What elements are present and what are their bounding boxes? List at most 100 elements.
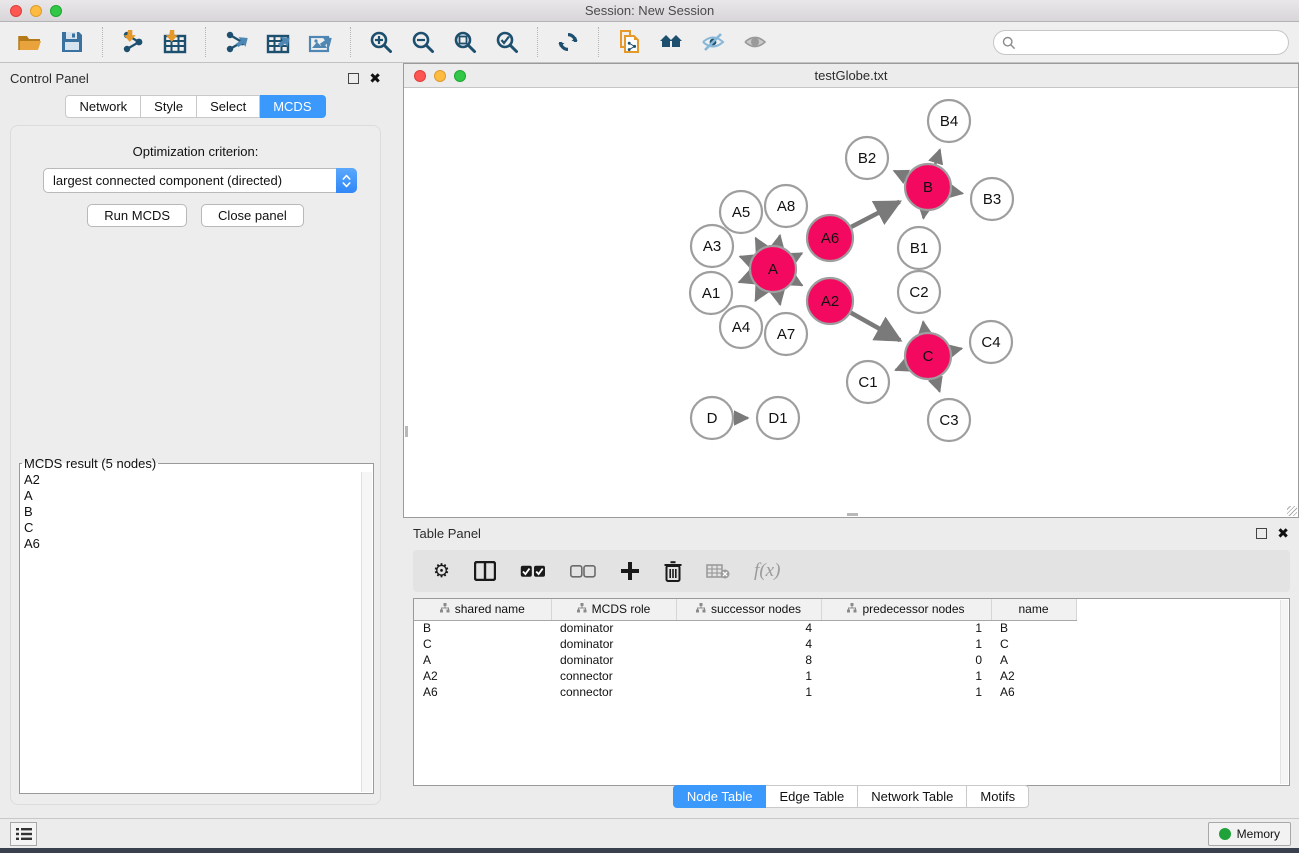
edge-C-C1[interactable]	[896, 366, 906, 371]
tab-network[interactable]: Network	[65, 95, 141, 118]
node-C2[interactable]: C2	[898, 271, 940, 313]
close-panel-icon[interactable]: ✖	[369, 73, 381, 84]
homes-icon[interactable]	[657, 28, 685, 56]
memory-button[interactable]: Memory	[1208, 822, 1291, 846]
zoom-out-icon[interactable]	[409, 28, 437, 56]
node-A6[interactable]: A6	[807, 215, 853, 261]
edge-A-A5[interactable]	[756, 238, 762, 248]
select-all-icon[interactable]	[520, 565, 546, 578]
edge-B-B1[interactable]	[923, 211, 924, 219]
node-A[interactable]: A	[750, 246, 796, 292]
close-panel-button[interactable]: Close panel	[201, 204, 304, 227]
mcds-result-item[interactable]: A	[24, 488, 373, 504]
open-folder-icon[interactable]	[16, 28, 44, 56]
maximize-network-icon[interactable]	[454, 70, 466, 82]
node-D1[interactable]: D1	[757, 397, 799, 439]
export-network-icon[interactable]	[222, 28, 250, 56]
node-C1[interactable]: C1	[847, 361, 889, 403]
table-row[interactable]: Bdominator41B	[414, 620, 1076, 636]
import-table-icon[interactable]	[161, 28, 189, 56]
mcds-result-item[interactable]: B	[24, 504, 373, 520]
column-header-name[interactable]: name	[991, 599, 1076, 620]
search-input[interactable]	[1021, 33, 1288, 53]
tab-select[interactable]: Select	[197, 95, 260, 118]
edge-A-A7[interactable]	[778, 293, 780, 305]
node-D[interactable]: D	[691, 397, 733, 439]
search-box[interactable]	[993, 30, 1289, 55]
mcds-result-item[interactable]: A2	[24, 472, 373, 488]
refresh-icon[interactable]	[554, 28, 582, 56]
show-all-icon[interactable]	[741, 28, 769, 56]
close-table-panel-icon[interactable]: ✖	[1277, 528, 1289, 539]
close-network-icon[interactable]	[414, 70, 426, 82]
node-A1[interactable]: A1	[690, 272, 732, 314]
network-hscroll-thumb[interactable]	[847, 513, 858, 516]
column-header-shared-name[interactable]: shared name	[414, 599, 551, 620]
node-B1[interactable]: B1	[898, 227, 940, 269]
float-table-panel-icon[interactable]	[1256, 528, 1267, 539]
zoom-selected-icon[interactable]	[493, 28, 521, 56]
edge-B-B4[interactable]	[935, 150, 940, 165]
node-table[interactable]: shared nameMCDS rolesuccessor nodesprede…	[413, 598, 1290, 786]
add-row-icon[interactable]	[620, 561, 640, 581]
resize-handle[interactable]	[1287, 506, 1297, 516]
edge-C-C2[interactable]	[923, 322, 924, 333]
table-row[interactable]: A2connector11A2	[414, 668, 1076, 684]
export-table-icon[interactable]	[264, 28, 292, 56]
edge-C-C4[interactable]	[951, 349, 961, 351]
network-from-selection-icon[interactable]	[615, 28, 643, 56]
network-vscroll-thumb[interactable]	[405, 426, 408, 437]
column-header-successor-nodes[interactable]: successor nodes	[676, 599, 821, 620]
tab-mcds[interactable]: MCDS	[260, 95, 325, 118]
import-network-icon[interactable]	[119, 28, 147, 56]
hide-selected-icon[interactable]	[699, 28, 727, 56]
result-scrollbar[interactable]	[361, 472, 372, 792]
tab-node-table[interactable]: Node Table	[673, 785, 767, 808]
run-mcds-button[interactable]: Run MCDS	[87, 204, 187, 227]
tab-style[interactable]: Style	[141, 95, 197, 118]
minimize-network-icon[interactable]	[434, 70, 446, 82]
node-B4[interactable]: B4	[928, 100, 970, 142]
edge-B-B3[interactable]	[952, 191, 963, 193]
close-window-icon[interactable]	[10, 5, 22, 17]
maximize-window-icon[interactable]	[50, 5, 62, 17]
column-visibility-icon[interactable]	[474, 561, 496, 581]
tab-network-table[interactable]: Network Table	[858, 785, 967, 808]
tab-motifs[interactable]: Motifs	[967, 785, 1029, 808]
node-B3[interactable]: B3	[971, 178, 1013, 220]
edge-A2-C[interactable]	[851, 313, 900, 341]
node-A4[interactable]: A4	[720, 306, 762, 348]
network-window-controls[interactable]	[414, 70, 466, 82]
column-header-predecessor-nodes[interactable]: predecessor nodes	[821, 599, 991, 620]
node-C3[interactable]: C3	[928, 399, 970, 441]
node-C[interactable]: C	[905, 333, 951, 379]
node-A3[interactable]: A3	[691, 225, 733, 267]
node-B2[interactable]: B2	[846, 137, 888, 179]
node-A2[interactable]: A2	[807, 278, 853, 324]
export-image-icon[interactable]	[306, 28, 334, 56]
mcds-result-item[interactable]: A6	[24, 536, 373, 552]
edge-A-A1[interactable]	[739, 278, 751, 283]
delete-row-icon[interactable]	[664, 561, 682, 582]
table-row[interactable]: Cdominator41C	[414, 636, 1076, 652]
edge-A-A3[interactable]	[740, 257, 750, 261]
tab-edge-table[interactable]: Edge Table	[766, 785, 858, 808]
edge-A-A6[interactable]	[794, 253, 802, 257]
column-header-MCDS-role[interactable]: MCDS role	[551, 599, 676, 620]
edge-C-C3[interactable]	[935, 379, 939, 392]
deselect-all-icon[interactable]	[570, 565, 596, 578]
edge-A-A2[interactable]	[794, 281, 802, 286]
node-A5[interactable]: A5	[720, 191, 762, 233]
network-canvas[interactable]: B4 B2 B B3 A5 A8 A6 A3 B1 A C2 A1 A2	[404, 88, 1298, 517]
table-row[interactable]: Adominator80A	[414, 652, 1076, 668]
node-C4[interactable]: C4	[970, 321, 1012, 363]
zoom-in-icon[interactable]	[367, 28, 395, 56]
node-B[interactable]: B	[905, 164, 951, 210]
table-row[interactable]: A6connector11A6	[414, 684, 1076, 700]
edge-A-A4[interactable]	[755, 290, 761, 301]
table-scrollbar[interactable]	[1280, 600, 1288, 784]
mcds-result-item[interactable]: C	[24, 520, 373, 536]
task-history-button[interactable]	[10, 822, 37, 846]
float-panel-icon[interactable]	[348, 73, 359, 84]
settings-icon[interactable]: ⚙	[433, 562, 450, 581]
